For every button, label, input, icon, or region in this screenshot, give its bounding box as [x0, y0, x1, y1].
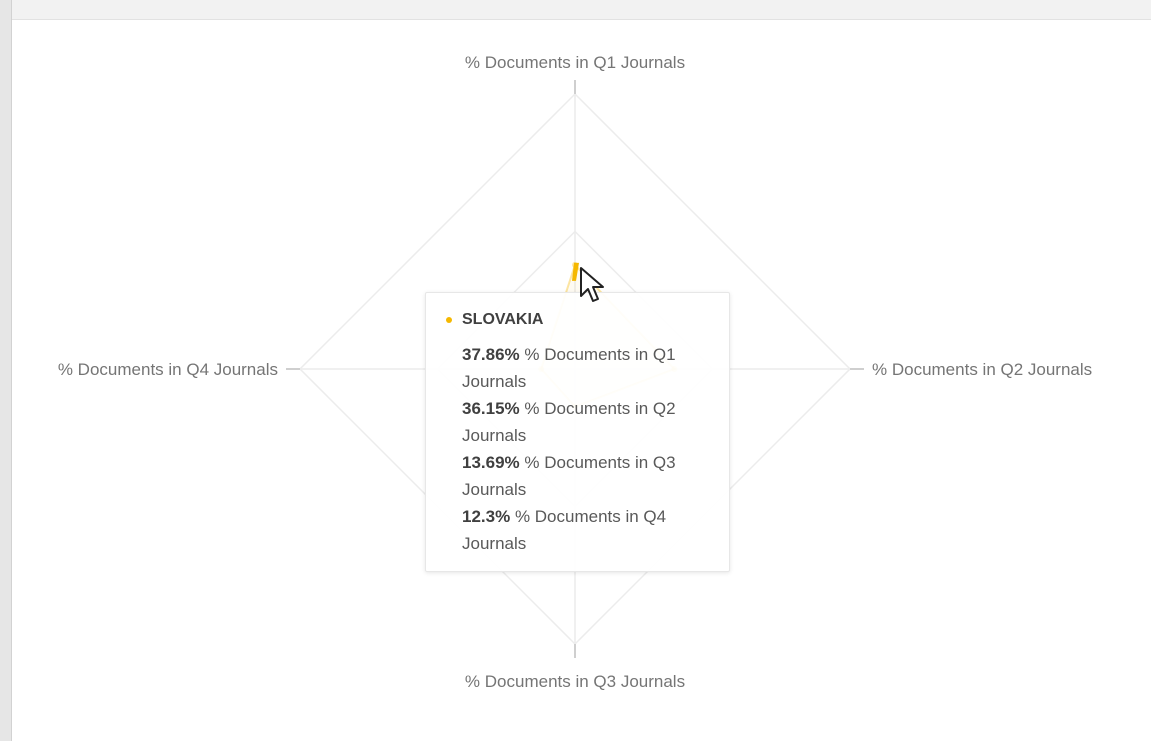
tooltip-row-q2: 36.15% % Documents in Q2 Journals: [446, 395, 709, 449]
tooltip-value: 12.3%: [462, 507, 511, 526]
mouse-pointer-icon: [580, 267, 604, 302]
panel-left-gutter: [0, 0, 12, 741]
tooltip-title: SLOVAKIA: [462, 311, 544, 328]
series-color-dot: [446, 317, 452, 323]
panel-top-strip: [0, 0, 1151, 20]
axis-label-2: % Documents in Q2 Journals: [872, 360, 1092, 379]
data-tooltip: SLOVAKIA 37.86% % Documents in Q1 Journa…: [425, 292, 730, 572]
tooltip-row-q3: 13.69% % Documents in Q3 Journals: [446, 449, 709, 503]
tooltip-value: 37.86%: [462, 345, 520, 364]
tooltip-row-q4: 12.3% % Documents in Q4 Journals: [446, 503, 709, 557]
tooltip-row-q1: 37.86% % Documents in Q1 Journals: [446, 341, 709, 395]
axis-label-4: % Documents in Q4 Journals: [58, 360, 278, 379]
chart-panel: % Documents in Q1 Journals % Documents in…: [0, 0, 1151, 741]
tooltip-value: 13.69%: [462, 453, 520, 472]
tooltip-value: 36.15%: [462, 399, 520, 418]
axis-label-3: % Documents in Q3 Journals: [465, 672, 685, 691]
tooltip-header: SLOVAKIA: [446, 309, 709, 331]
axis-label-1: % Documents in Q1 Journals: [465, 53, 685, 72]
